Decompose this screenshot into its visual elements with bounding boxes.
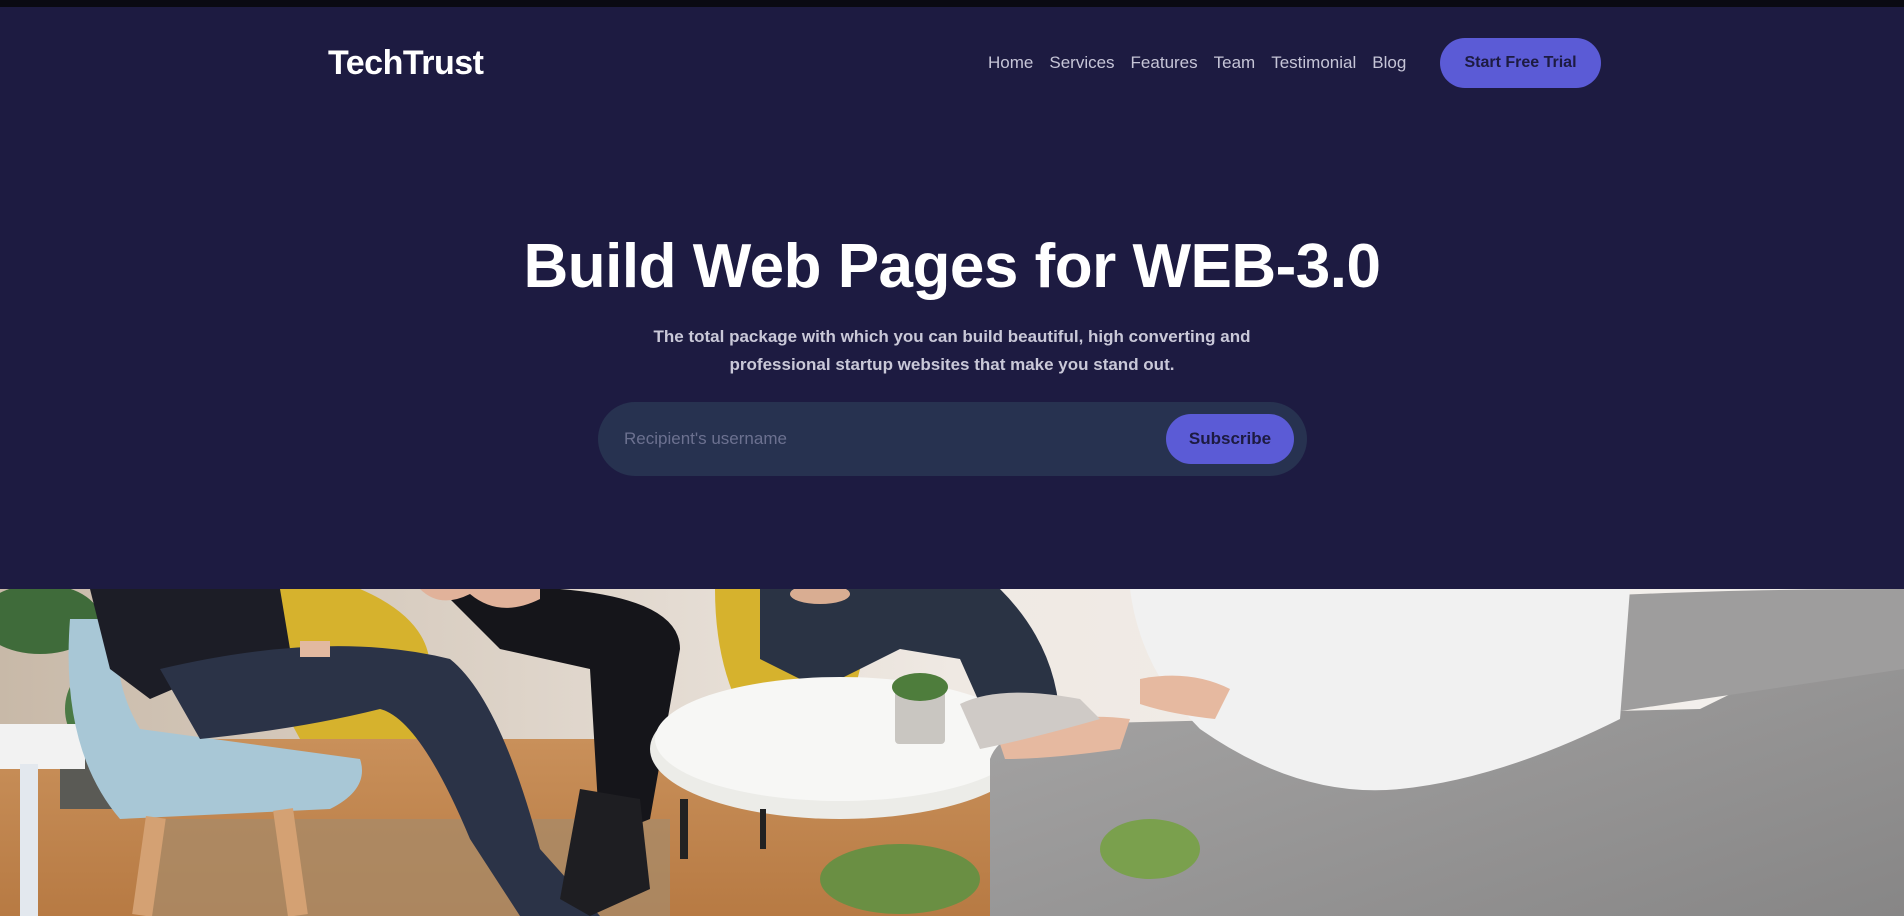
logo[interactable]: TechTrust — [328, 37, 484, 89]
main-nav: Home Services Features Team Testimonial … — [988, 43, 1406, 83]
hero-subtitle: The total package with which you can bui… — [652, 323, 1252, 379]
nav-item-blog[interactable]: Blog — [1372, 43, 1406, 83]
nav-item-home[interactable]: Home — [988, 43, 1033, 83]
team-meeting-photo — [0, 589, 1904, 916]
page-title: Build Web Pages for WEB-3.0 — [523, 232, 1381, 301]
nav-item-testimonial[interactable]: Testimonial — [1271, 43, 1356, 83]
hero-subtitle-line-1: The total package with which you can bui… — [653, 327, 1251, 346]
start-free-trial-button[interactable]: Start Free Trial — [1440, 38, 1601, 88]
team-meeting-illustration — [0, 589, 1904, 916]
hero-section: TechTrust Home Services Features Team Te… — [0, 7, 1904, 589]
subscribe-form: Subscribe — [598, 402, 1307, 476]
nav-item-services[interactable]: Services — [1049, 43, 1114, 83]
browser-top-strip — [0, 0, 1904, 7]
subscribe-button[interactable]: Subscribe — [1166, 414, 1294, 464]
nav-item-team[interactable]: Team — [1214, 43, 1256, 83]
nav-item-features[interactable]: Features — [1131, 43, 1198, 83]
username-input[interactable] — [622, 419, 1142, 459]
hero-subtitle-line-2: professional startup websites that make … — [729, 355, 1175, 374]
